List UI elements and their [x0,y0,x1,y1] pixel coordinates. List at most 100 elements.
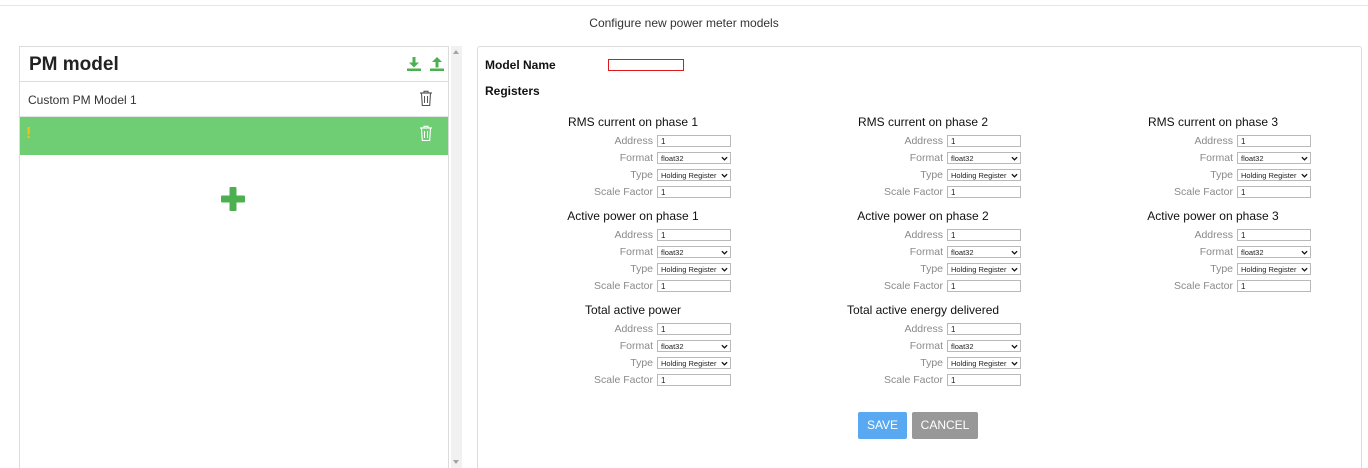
scroll-up-arrow[interactable] [453,50,459,54]
format-select[interactable]: float32 [657,246,731,258]
model-list-scrollbar[interactable] [451,46,462,468]
register-title: Total active energy delivered [846,303,1000,317]
chevron-down-icon [721,344,728,349]
register-title: Total active power [584,303,682,317]
type-select[interactable]: Holding Register [657,169,731,181]
address-input[interactable]: 1 [657,229,731,241]
upload-icon[interactable] [429,56,445,72]
format-label: Format [619,340,653,352]
register-group: Total active power Address 1 Format float32 T… [543,303,743,393]
page-title: Configure new power meter models [589,16,779,30]
address-label: Address [904,135,943,147]
chevron-down-icon [721,267,728,272]
format-label: Format [909,152,943,164]
scale-row: Scale Factor 1 [1123,280,1323,294]
address-input[interactable]: 1 [1237,135,1311,147]
format-value: float32 [951,248,974,257]
type-value: Holding Register [951,359,1007,368]
model-list-item[interactable]: Custom PM Model 1 [20,82,448,117]
format-select[interactable]: float32 [947,246,1021,258]
cancel-button[interactable]: CANCEL [912,412,978,439]
chevron-down-icon [1301,250,1308,255]
address-input[interactable]: 1 [657,323,731,335]
chevron-down-icon [1301,173,1308,178]
type-select[interactable]: Holding Register [947,357,1021,369]
type-label: Type [920,357,943,369]
type-label: Type [920,263,943,275]
type-row: Type Holding Register [1123,169,1323,183]
format-select[interactable]: float32 [657,152,731,164]
address-label: Address [1194,135,1233,147]
type-select[interactable]: Holding Register [947,169,1021,181]
chevron-down-icon [1301,156,1308,161]
address-input[interactable]: 1 [947,323,1021,335]
format-value: float32 [1241,154,1264,163]
scale-factor-label: Scale Factor [884,280,943,292]
trash-icon[interactable] [419,90,433,107]
model-editor-panel: Model Name Registers RMS current on phas… [477,46,1362,468]
type-value: Holding Register [661,171,717,180]
type-value: Holding Register [1241,265,1297,274]
type-row: Type Holding Register [543,263,743,277]
chevron-down-icon [1011,361,1018,366]
format-select[interactable]: float32 [947,340,1021,352]
scroll-down-arrow[interactable] [453,460,459,464]
scale-row: Scale Factor 1 [833,280,1033,294]
scale-factor-input[interactable]: 1 [947,280,1021,292]
page: Configure new power meter models PM mode… [0,0,1368,468]
format-select[interactable]: float32 [1237,152,1311,164]
address-label: Address [614,229,653,241]
model-name-input[interactable] [608,59,684,71]
type-select[interactable]: Holding Register [1237,263,1311,275]
type-value: Holding Register [661,265,717,274]
type-select[interactable]: Holding Register [657,357,731,369]
trash-icon[interactable] [419,125,433,142]
scale-factor-input[interactable]: 1 [947,186,1021,198]
format-select[interactable]: float32 [947,152,1021,164]
address-input[interactable]: 1 [1237,229,1311,241]
address-row: Address 1 [833,135,1033,149]
model-list-item-selected[interactable]: ! [20,117,448,155]
scale-factor-input[interactable]: 1 [947,374,1021,386]
save-button[interactable]: SAVE [858,412,907,439]
scale-factor-input[interactable]: 1 [1237,280,1311,292]
format-row: Format float32 [833,246,1033,260]
scale-factor-label: Scale Factor [884,186,943,198]
chevron-down-icon [721,173,728,178]
address-row: Address 1 [543,229,743,243]
type-select[interactable]: Holding Register [1237,169,1311,181]
format-select[interactable]: float32 [657,340,731,352]
address-input[interactable]: 1 [947,135,1021,147]
type-label: Type [630,357,653,369]
scale-factor-input[interactable]: 1 [657,374,731,386]
format-row: Format float32 [543,340,743,354]
address-row: Address 1 [543,323,743,337]
register-group: Active power on phase 3 Address 1 Format flo… [1123,209,1323,299]
scale-factor-input[interactable]: 1 [1237,186,1311,198]
address-row: Address 1 [1123,229,1323,243]
scale-factor-input[interactable]: 1 [657,186,731,198]
scale-factor-label: Scale Factor [1174,186,1233,198]
address-input[interactable]: 1 [947,229,1021,241]
download-icon[interactable] [406,56,422,72]
format-row: Format float32 [543,152,743,166]
type-label: Type [1210,169,1233,181]
add-model-icon[interactable] [221,187,245,211]
scale-factor-label: Scale Factor [594,280,653,292]
model-name-label: Model Name [485,58,556,72]
chevron-down-icon [1011,173,1018,178]
register-group: Active power on phase 1 Address 1 Format flo… [543,209,743,299]
address-input[interactable]: 1 [657,135,731,147]
scale-row: Scale Factor 1 [833,374,1033,388]
register-title: Active power on phase 1 [567,209,699,223]
type-row: Type Holding Register [833,169,1033,183]
registers-heading: Registers [485,84,540,98]
scale-factor-input[interactable]: 1 [657,280,731,292]
address-label: Address [614,323,653,335]
format-label: Format [1199,246,1233,258]
model-item-label: Custom PM Model 1 [28,93,137,107]
address-row: Address 1 [1123,135,1323,149]
format-select[interactable]: float32 [1237,246,1311,258]
type-select[interactable]: Holding Register [947,263,1021,275]
type-select[interactable]: Holding Register [657,263,731,275]
